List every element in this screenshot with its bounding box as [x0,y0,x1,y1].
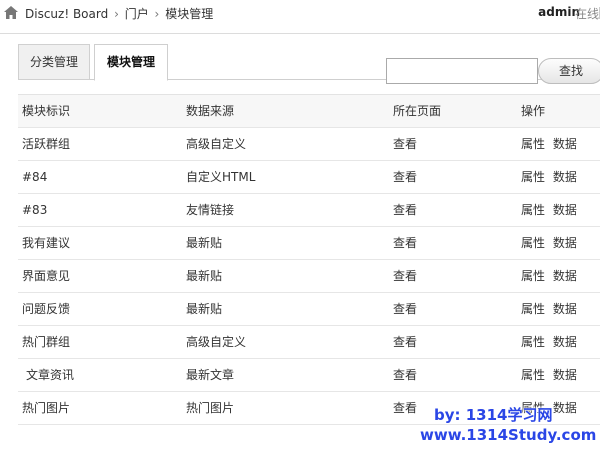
properties-link[interactable]: 属性 [521,236,545,250]
top-bar: Discuz! Board › 门户 › 模块管理 admin 在线 [0,0,600,26]
column-header-data-source: 数据来源 [186,104,235,118]
view-page-link[interactable]: 查看 [393,227,417,260]
module-id: #84 [22,170,48,184]
data-link[interactable]: 数据 [553,368,577,382]
properties-link[interactable]: 属性 [521,269,545,283]
tab-category-management[interactable]: 分类管理 [18,44,90,80]
search-input[interactable] [386,58,538,84]
data-link[interactable]: 数据 [553,170,577,184]
data-source: 最新贴 [186,236,223,250]
module-table: 模块标识 数据来源 所在页面 操作 活跃群组 高级自定义 查看 属性 数据 #8… [18,94,600,425]
breadcrumb-separator: › [114,7,119,21]
module-id: 活跃群组 [22,137,71,151]
view-page-link[interactable]: 查看 [393,359,417,392]
data-source: 热门图片 [186,401,235,415]
online-status: 在线 [574,7,599,21]
watermark-line-1: by: 1314学习网 [434,406,553,424]
tab-module-management[interactable]: 模块管理 [94,44,168,81]
module-id: #83 [22,203,48,217]
data-link[interactable]: 数据 [553,302,577,316]
data-source: 高级自定义 [186,335,247,349]
actions: 属性 数据 [521,326,577,359]
actions: 属性 数据 [521,128,577,161]
properties-link[interactable]: 属性 [521,368,545,382]
actions: 属性 数据 [521,227,577,260]
view-page-link[interactable]: 查看 [393,326,417,359]
table-row: 问题反馈 最新贴 查看 属性 数据 [18,293,600,326]
search-button[interactable]: 查找 [538,58,600,84]
column-header-actions: 操作 [521,104,546,118]
breadcrumb-item-board[interactable]: Discuz! Board [25,7,108,21]
data-source: 最新贴 [186,302,223,316]
data-link[interactable]: 数据 [553,269,577,283]
data-link[interactable]: 数据 [553,203,577,217]
view-page-link[interactable]: 查看 [393,194,417,227]
properties-link[interactable]: 属性 [521,203,545,217]
breadcrumb-item-current: 模块管理 [165,7,214,21]
actions: 属性 数据 [521,260,577,293]
column-header-page: 所在页面 [393,104,442,118]
module-id: 热门群组 [22,335,71,349]
module-id: 界面意见 [22,269,71,283]
table-row: 界面意见 最新贴 查看 属性 数据 [18,260,600,293]
watermark: by: 1314学习网 www.1314Study.com [420,405,600,445]
module-id: 我有建议 [22,236,71,250]
module-id: 热门图片 [22,401,71,415]
view-page-link[interactable]: 查看 [393,293,417,326]
data-source: 友情链接 [186,203,235,217]
actions: 属性 数据 [521,359,577,392]
properties-link[interactable]: 属性 [521,335,545,349]
module-id: 问题反馈 [22,302,71,316]
breadcrumb-separator: › [154,7,160,21]
data-link[interactable]: 数据 [553,236,577,250]
actions: 属性 数据 [521,161,577,194]
table-row: 我有建议 最新贴 查看 属性 数据 [18,227,600,260]
properties-link[interactable]: 属性 [521,170,545,184]
data-source: 最新文章 [186,368,235,382]
view-page-link[interactable]: 查看 [393,260,417,293]
data-source: 高级自定义 [186,137,247,151]
table-row: #84 自定义HTML 查看 属性 数据 [18,161,600,194]
breadcrumb: Discuz! Board › 门户 › 模块管理 [25,5,213,22]
data-link[interactable]: 数据 [553,335,577,349]
table-row: 活跃群组 高级自定义 查看 属性 数据 [18,128,600,161]
breadcrumb-item-portal[interactable]: 门户 [125,7,149,21]
view-page-link[interactable]: 查看 [393,392,417,425]
home-icon[interactable] [4,6,18,19]
properties-link[interactable]: 属性 [521,137,545,151]
view-page-link[interactable]: 查看 [393,128,417,161]
table-row: 热门群组 高级自定义 查看 属性 数据 [18,326,600,359]
module-id: 文章资讯 [26,368,75,382]
table-row: #83 友情链接 查看 属性 数据 [18,194,600,227]
watermark-line-2: www.1314Study.com [420,426,597,444]
data-source: 自定义HTML [186,170,256,184]
username-link[interactable]: admin [538,5,580,19]
table-header-row: 模块标识 数据来源 所在页面 操作 [18,94,600,128]
properties-link[interactable]: 属性 [521,302,545,316]
table-row: 文章资讯 最新文章 查看 属性 数据 [18,359,600,392]
actions: 属性 数据 [521,194,577,227]
data-link[interactable]: 数据 [553,137,577,151]
view-page-link[interactable]: 查看 [393,161,417,194]
actions: 属性 数据 [521,293,577,326]
column-header-module-id: 模块标识 [22,104,71,118]
data-source: 最新贴 [186,269,223,283]
